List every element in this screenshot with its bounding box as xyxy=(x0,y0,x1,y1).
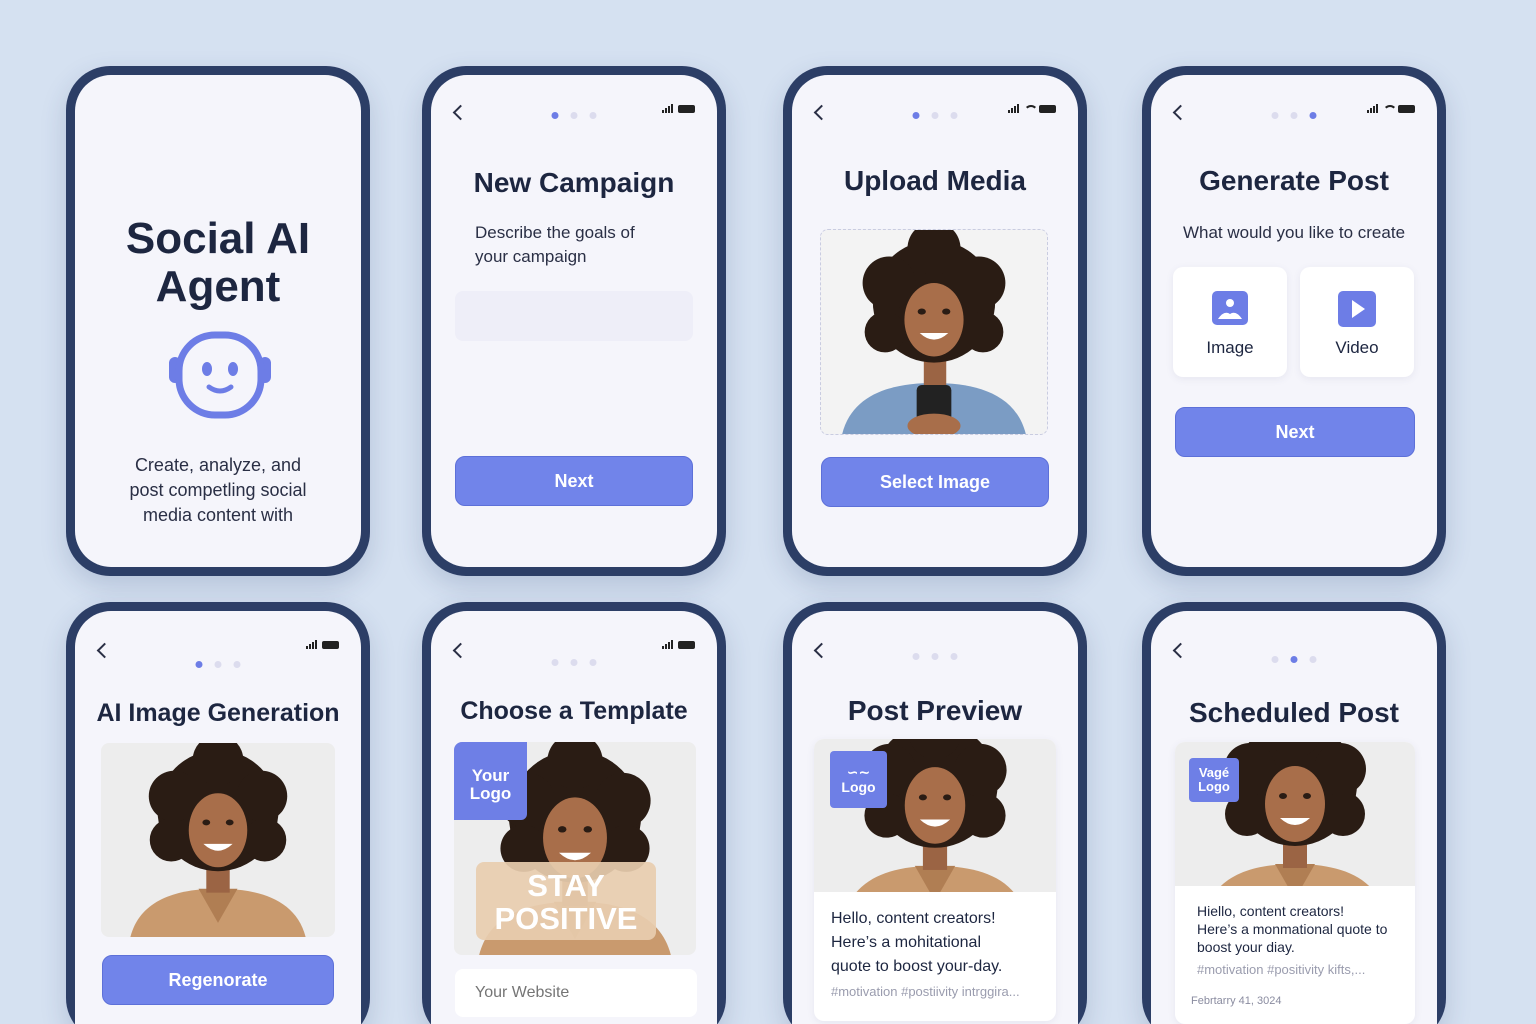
robot-face-icon xyxy=(169,331,271,419)
back-chevron-icon[interactable] xyxy=(1172,104,1189,121)
screen-ai-image: AI Image Generation Regenorate xyxy=(75,611,361,1024)
battery-icon xyxy=(1398,105,1415,113)
schedule-date: Febrtarry 41, 3024 xyxy=(1191,995,1282,1007)
post-image: ∽∼ Logo xyxy=(814,739,1056,892)
video-play-icon xyxy=(1338,291,1376,327)
page-subtitle: Describe the goals of your campaign xyxy=(475,223,635,266)
template-logo-placeholder: Your Logo xyxy=(454,742,527,820)
screen-generate-post: Generate Post What would you like to cre… xyxy=(1151,75,1437,567)
template-preview[interactable]: Your Logo STAY POSITIVE xyxy=(454,742,696,955)
page-title: Scheduled Post xyxy=(1188,697,1400,728)
page-dots xyxy=(1271,112,1317,119)
screen-upload-media: Upload Media Select Image xyxy=(792,75,1078,567)
battery-icon xyxy=(322,641,339,649)
page-dots xyxy=(551,659,597,666)
back-chevron-icon[interactable] xyxy=(813,642,830,659)
back-chevron-icon[interactable] xyxy=(452,642,469,659)
signal-icon xyxy=(662,104,673,113)
next-button[interactable]: Next xyxy=(1175,407,1415,457)
page-title: Post Preview xyxy=(847,695,1023,726)
status-bar xyxy=(662,639,695,649)
wifi-icon xyxy=(1024,105,1038,113)
upload-dropzone[interactable] xyxy=(820,229,1048,435)
back-chevron-icon[interactable] xyxy=(813,104,830,121)
status-bar xyxy=(1367,103,1415,113)
template-quote-overlay: STAY POSITIVE xyxy=(476,862,656,940)
phone-ai-image: AI Image Generation Regenorate xyxy=(66,602,370,1024)
post-caption: Hiello, content creators! Here’s a monma… xyxy=(1197,903,1388,955)
battery-icon xyxy=(1039,105,1056,113)
screen-post-preview: Post Preview ∽∼ Logo Hello, content crea… xyxy=(792,611,1078,1024)
signal-icon xyxy=(1367,104,1378,113)
post-logo: Vagé Logo xyxy=(1189,758,1239,802)
status-bar xyxy=(1008,103,1056,113)
uploaded-photo xyxy=(821,230,1047,434)
page-title: Generate Post xyxy=(1199,165,1389,196)
wifi-icon xyxy=(1383,105,1397,113)
screen-choose-template: Choose a Template Your Logo STAY POSITIV… xyxy=(431,611,717,1024)
post-card: ∽∼ Logo Hello, content creators! Here’s … xyxy=(814,739,1056,1021)
battery-icon xyxy=(678,105,695,113)
post-logo: ∽∼ Logo xyxy=(830,751,887,808)
signal-icon xyxy=(306,640,317,649)
post-caption: Hello, content creators! Here’s a mohita… xyxy=(831,910,1003,975)
page-subtitle: What would you like to create xyxy=(1182,223,1406,242)
status-bar xyxy=(306,639,339,649)
page-dots xyxy=(912,653,958,660)
battery-icon xyxy=(678,641,695,649)
phone-generate-post: Generate Post What would you like to cre… xyxy=(1142,66,1446,576)
back-chevron-icon[interactable] xyxy=(96,642,113,659)
screen-welcome: Social AI Agent Create, analyze, and pos… xyxy=(75,75,361,567)
phone-post-preview: Post Preview ∽∼ Logo Hello, content crea… xyxy=(783,602,1087,1024)
option-card-image[interactable]: Image xyxy=(1173,267,1287,377)
page-dots xyxy=(195,661,241,668)
signal-icon xyxy=(662,640,673,649)
phone-choose-template: Choose a Template Your Logo STAY POSITIV… xyxy=(422,602,726,1024)
page-title: AI Image Generation xyxy=(96,699,340,727)
option-label: Video xyxy=(1335,338,1379,357)
page-title: New Campaign xyxy=(473,167,675,198)
welcome-description: Create, analyze, and post competling soc… xyxy=(129,455,307,525)
back-chevron-icon[interactable] xyxy=(1172,642,1189,659)
page-dots xyxy=(1271,656,1317,663)
page-dots xyxy=(551,112,597,119)
generated-image xyxy=(101,743,335,937)
phone-scheduled-post: Scheduled Post Vagé Logo Hiello, content… xyxy=(1142,602,1446,1024)
website-input[interactable] xyxy=(455,969,697,1017)
post-hashtags: #motivation #positivity kifts,... xyxy=(1197,962,1366,977)
back-chevron-icon[interactable] xyxy=(452,104,469,121)
page-dots xyxy=(912,112,958,119)
signal-icon xyxy=(1008,104,1019,113)
scheduled-post-card: Vagé Logo Hiello, content creators! Here… xyxy=(1175,742,1415,1024)
app-title: Social AI Agent xyxy=(125,214,311,311)
screen-new-campaign: New Campaign Describe the goals of your … xyxy=(431,75,717,567)
option-label: Image xyxy=(1206,338,1254,357)
phone-welcome: Social AI Agent Create, analyze, and pos… xyxy=(66,66,370,576)
regenerate-button[interactable]: Regenorate xyxy=(102,955,334,1005)
post-image: Vagé Logo xyxy=(1175,742,1415,886)
phone-new-campaign: New Campaign Describe the goals of your … xyxy=(422,66,726,576)
status-bar xyxy=(662,103,695,113)
next-button[interactable]: Next xyxy=(455,456,693,506)
phone-upload-media: Upload Media Select Image xyxy=(783,66,1087,576)
screen-scheduled-post: Scheduled Post Vagé Logo Hiello, content… xyxy=(1151,611,1437,1024)
image-icon xyxy=(1212,291,1248,325)
select-image-button[interactable]: Select Image xyxy=(821,457,1049,507)
option-card-video[interactable]: Video xyxy=(1300,267,1414,377)
campaign-goal-input[interactable] xyxy=(455,291,693,341)
page-title: Upload Media xyxy=(843,165,1026,196)
post-hashtags: #motivation #postiivity intrggira... xyxy=(831,984,1020,999)
page-title: Choose a Template xyxy=(460,697,688,725)
